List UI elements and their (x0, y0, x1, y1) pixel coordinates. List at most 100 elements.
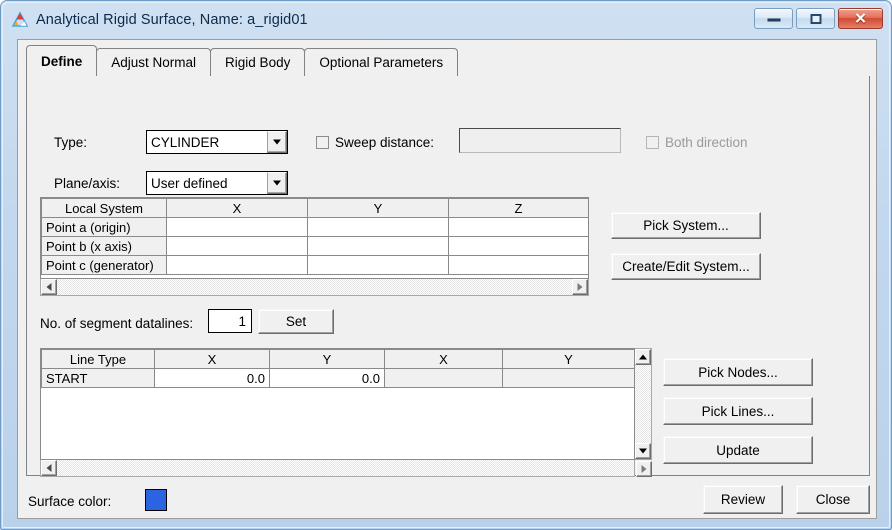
update-button-label: Update (716, 442, 760, 458)
scroll-right-icon[interactable] (572, 279, 588, 295)
pick-lines-button-label: Pick Lines... (701, 403, 775, 419)
segment-datalines-input[interactable]: 1 (208, 309, 252, 333)
title-bar: Analytical Rigid Surface, Name: a_rigid0… (9, 6, 885, 34)
create-edit-system-button-label: Create/Edit System... (622, 259, 750, 274)
cell-point-c-y[interactable] (307, 255, 449, 275)
pick-nodes-button-label: Pick Nodes... (698, 364, 778, 380)
cell-point-a-x[interactable] (166, 217, 308, 237)
sweep-distance-label: Sweep distance: (335, 135, 435, 150)
update-button[interactable]: Update (663, 436, 813, 464)
close-dialog-button-label: Close (815, 492, 851, 507)
col-line-type: Line Type (41, 349, 155, 369)
plane-axis-combobox-value: User defined (151, 175, 228, 191)
pick-lines-button[interactable]: Pick Lines... (663, 397, 813, 425)
table-row[interactable]: Point b (x axis) (41, 236, 588, 256)
type-combobox-value: CYLINDER (151, 134, 220, 150)
cell-point-c-z[interactable] (448, 255, 588, 275)
both-direction-checkbox[interactable]: Both direction (646, 135, 748, 150)
line-type-vscrollbar[interactable] (635, 348, 652, 460)
window-controls: ✕ (754, 8, 883, 29)
row-label-point-a: Point a (origin) (41, 217, 167, 237)
minimize-icon (767, 18, 780, 22)
table-row[interactable]: Point c (generator) (41, 255, 588, 275)
segment-datalines-value: 1 (238, 313, 246, 329)
table-row[interactable]: START 0.0 0.0 (41, 368, 634, 388)
sweep-distance-checkbox[interactable]: Sweep distance: (316, 135, 434, 150)
cell-point-a-z[interactable] (448, 217, 588, 237)
close-icon: ✕ (854, 10, 867, 27)
tab-define-label: Define (41, 53, 83, 69)
pick-system-button-label: Pick System... (643, 218, 729, 233)
col-y2: Y (502, 349, 634, 369)
chevron-down-icon[interactable] (267, 131, 287, 153)
pick-nodes-button[interactable]: Pick Nodes... (663, 358, 813, 386)
create-edit-system-button[interactable]: Create/Edit System... (611, 253, 761, 280)
col-y: Y (307, 198, 449, 218)
tab-define[interactable]: Define (26, 45, 98, 76)
cell-point-b-x[interactable] (166, 236, 308, 256)
scroll-up-icon[interactable] (635, 349, 651, 365)
scroll-down-icon[interactable] (635, 443, 651, 459)
scroll-left-icon[interactable] (41, 279, 57, 295)
cell-line-y2[interactable] (502, 368, 634, 388)
review-button-label: Review (720, 492, 766, 507)
col-local-system: Local System (41, 198, 167, 218)
cell-point-b-y[interactable] (307, 236, 449, 256)
cell-point-b-z[interactable] (448, 236, 588, 256)
table-header-row: Local System X Y Z (41, 198, 588, 218)
set-button[interactable]: Set (258, 309, 334, 334)
plane-axis-label: Plane/axis: (54, 176, 121, 191)
table-header-row: Line Type X Y X Y (41, 349, 634, 369)
segment-datalines-label: No. of segment datalines: (40, 316, 194, 331)
sweep-distance-input[interactable] (459, 128, 621, 153)
col-x: X (166, 198, 308, 218)
window-title: Analytical Rigid Surface, Name: a_rigid0… (36, 12, 308, 28)
surface-color-swatch[interactable] (145, 489, 167, 511)
tab-adjust-normal[interactable]: Adjust Normal (96, 48, 212, 76)
tab-rigid-body[interactable]: Rigid Body (210, 48, 306, 76)
review-button[interactable]: Review (703, 485, 783, 514)
chevron-down-icon[interactable] (267, 172, 287, 194)
cell-line-x1[interactable]: 0.0 (154, 368, 270, 388)
surface-color-label: Surface color: (28, 494, 112, 509)
active-tab-merge (27, 76, 91, 78)
local-system-table[interactable]: Local System X Y Z Point a (origin) Poin… (40, 197, 589, 279)
cell-line-y1[interactable]: 0.0 (269, 368, 385, 388)
pick-system-button[interactable]: Pick System... (611, 212, 761, 239)
maximize-button[interactable] (796, 8, 835, 29)
plane-axis-combobox[interactable]: User defined (146, 171, 288, 195)
close-button[interactable]: ✕ (838, 8, 883, 29)
col-z: Z (448, 198, 588, 218)
scroll-corner-right-icon[interactable] (636, 461, 652, 477)
both-direction-checkbox-box[interactable] (646, 136, 659, 149)
cell-point-c-x[interactable] (166, 255, 308, 275)
maximize-icon (810, 13, 821, 24)
type-label: Type: (54, 135, 88, 150)
scroll-left-icon[interactable] (41, 460, 57, 476)
dialog-client-area: Define Adjust Normal Rigid Body Optional… (17, 39, 877, 519)
cell-line-type: START (41, 368, 155, 388)
sweep-distance-checkbox-box[interactable] (316, 136, 329, 149)
line-type-hscrollbar[interactable] (40, 460, 635, 477)
close-dialog-button[interactable]: Close (796, 485, 870, 514)
cell-line-x2[interactable] (384, 368, 503, 388)
row-label-point-b: Point b (x axis) (41, 236, 167, 256)
tab-optional-parameters[interactable]: Optional Parameters (304, 48, 459, 76)
both-direction-label: Both direction (665, 135, 748, 150)
set-button-label: Set (285, 314, 307, 329)
dialog-window: Analytical Rigid Surface, Name: a_rigid0… (0, 0, 892, 530)
table-row[interactable]: Point a (origin) (41, 217, 588, 237)
col-y1: Y (269, 349, 385, 369)
local-system-hscrollbar[interactable] (40, 279, 589, 296)
app-logo-icon (11, 11, 29, 29)
minimize-button[interactable] (754, 8, 793, 29)
type-combobox[interactable]: CYLINDER (146, 130, 288, 154)
tab-rigid-body-label: Rigid Body (225, 55, 291, 70)
row-label-point-c: Point c (generator) (41, 255, 167, 275)
cell-point-a-y[interactable] (307, 217, 449, 237)
col-x2: X (384, 349, 503, 369)
tab-strip: Define Adjust Normal Rigid Body Optional… (26, 45, 459, 76)
tab-adjust-normal-label: Adjust Normal (111, 55, 197, 70)
line-type-table[interactable]: Line Type X Y X Y START 0.0 0.0 (40, 348, 635, 460)
col-x1: X (154, 349, 270, 369)
